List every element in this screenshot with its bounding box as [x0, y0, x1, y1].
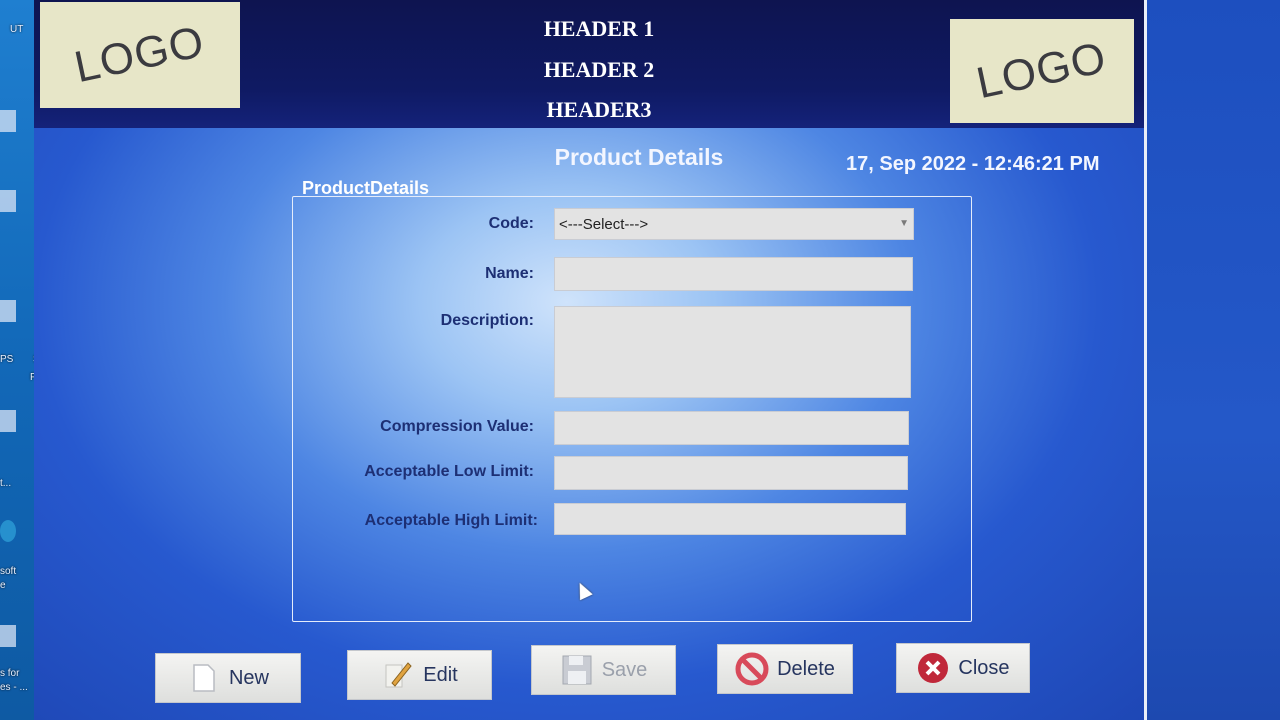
delete-button[interactable]: Delete [717, 644, 853, 694]
datetime: 17, Sep 2022 - 12:46:21 PM [846, 153, 1100, 175]
close-button[interactable]: Close [896, 643, 1030, 693]
description-label: Description: [440, 312, 534, 329]
code-label: Code: [488, 215, 534, 232]
high-limit-label: Acceptable High Limit: [364, 512, 538, 529]
page-title: Product Details [554, 144, 724, 170]
edit-button[interactable]: Edit [347, 650, 492, 700]
header-line-1: HEADER 1 [543, 16, 655, 41]
delete-button-label: Delete [777, 657, 835, 680]
compression-field[interactable] [554, 411, 909, 445]
app-window: LOGO HEADER 1 HEADER 2 HEADER3 LOGO Prod… [34, 0, 1147, 720]
logo-right-text: LOGO [972, 32, 1112, 109]
save-button-label: Save [601, 658, 648, 681]
desktop-icon[interactable] [0, 300, 16, 322]
close-button-label: Close [958, 656, 1010, 679]
desktop-icon[interactable] [0, 410, 16, 432]
new-document-icon [187, 661, 221, 695]
new-button[interactable]: New [155, 653, 301, 703]
groupbox-legend: ProductDetails [302, 178, 430, 198]
low-limit-field[interactable] [554, 456, 908, 490]
save-button[interactable]: Save [531, 645, 676, 695]
save-floppy-icon [560, 653, 594, 687]
code-select[interactable]: <---Select---> ▼ [554, 208, 914, 240]
desktop-icon[interactable] [0, 190, 16, 212]
desktop-icon[interactable] [0, 110, 16, 132]
new-button-label: New [228, 666, 269, 689]
name-field[interactable] [554, 257, 913, 291]
low-limit-label: Acceptable Low Limit: [364, 463, 534, 480]
chevron-down-icon[interactable]: ▼ [899, 218, 909, 229]
compression-label: Compression Value: [380, 418, 534, 435]
desktop-icon[interactable] [0, 625, 16, 647]
close-icon [916, 651, 950, 685]
edit-pencil-icon [381, 658, 415, 692]
logo-left: LOGO [40, 2, 240, 108]
edit-button-label: Edit [423, 663, 458, 686]
header-line-3: HEADER3 [546, 97, 652, 122]
description-field[interactable] [554, 306, 911, 398]
header-band: LOGO HEADER 1 HEADER 2 HEADER3 LOGO [34, 0, 1144, 128]
delete-icon [735, 652, 769, 686]
logo-right: LOGO [950, 19, 1134, 123]
edge-icon[interactable] [0, 520, 16, 542]
name-label: Name: [485, 265, 534, 282]
high-limit-field[interactable] [554, 503, 906, 535]
desktop-right [1140, 0, 1280, 720]
header-line-2: HEADER 2 [543, 57, 655, 82]
logo-left-text: LOGO [70, 16, 210, 93]
code-select-value: <---Select---> [559, 215, 649, 233]
